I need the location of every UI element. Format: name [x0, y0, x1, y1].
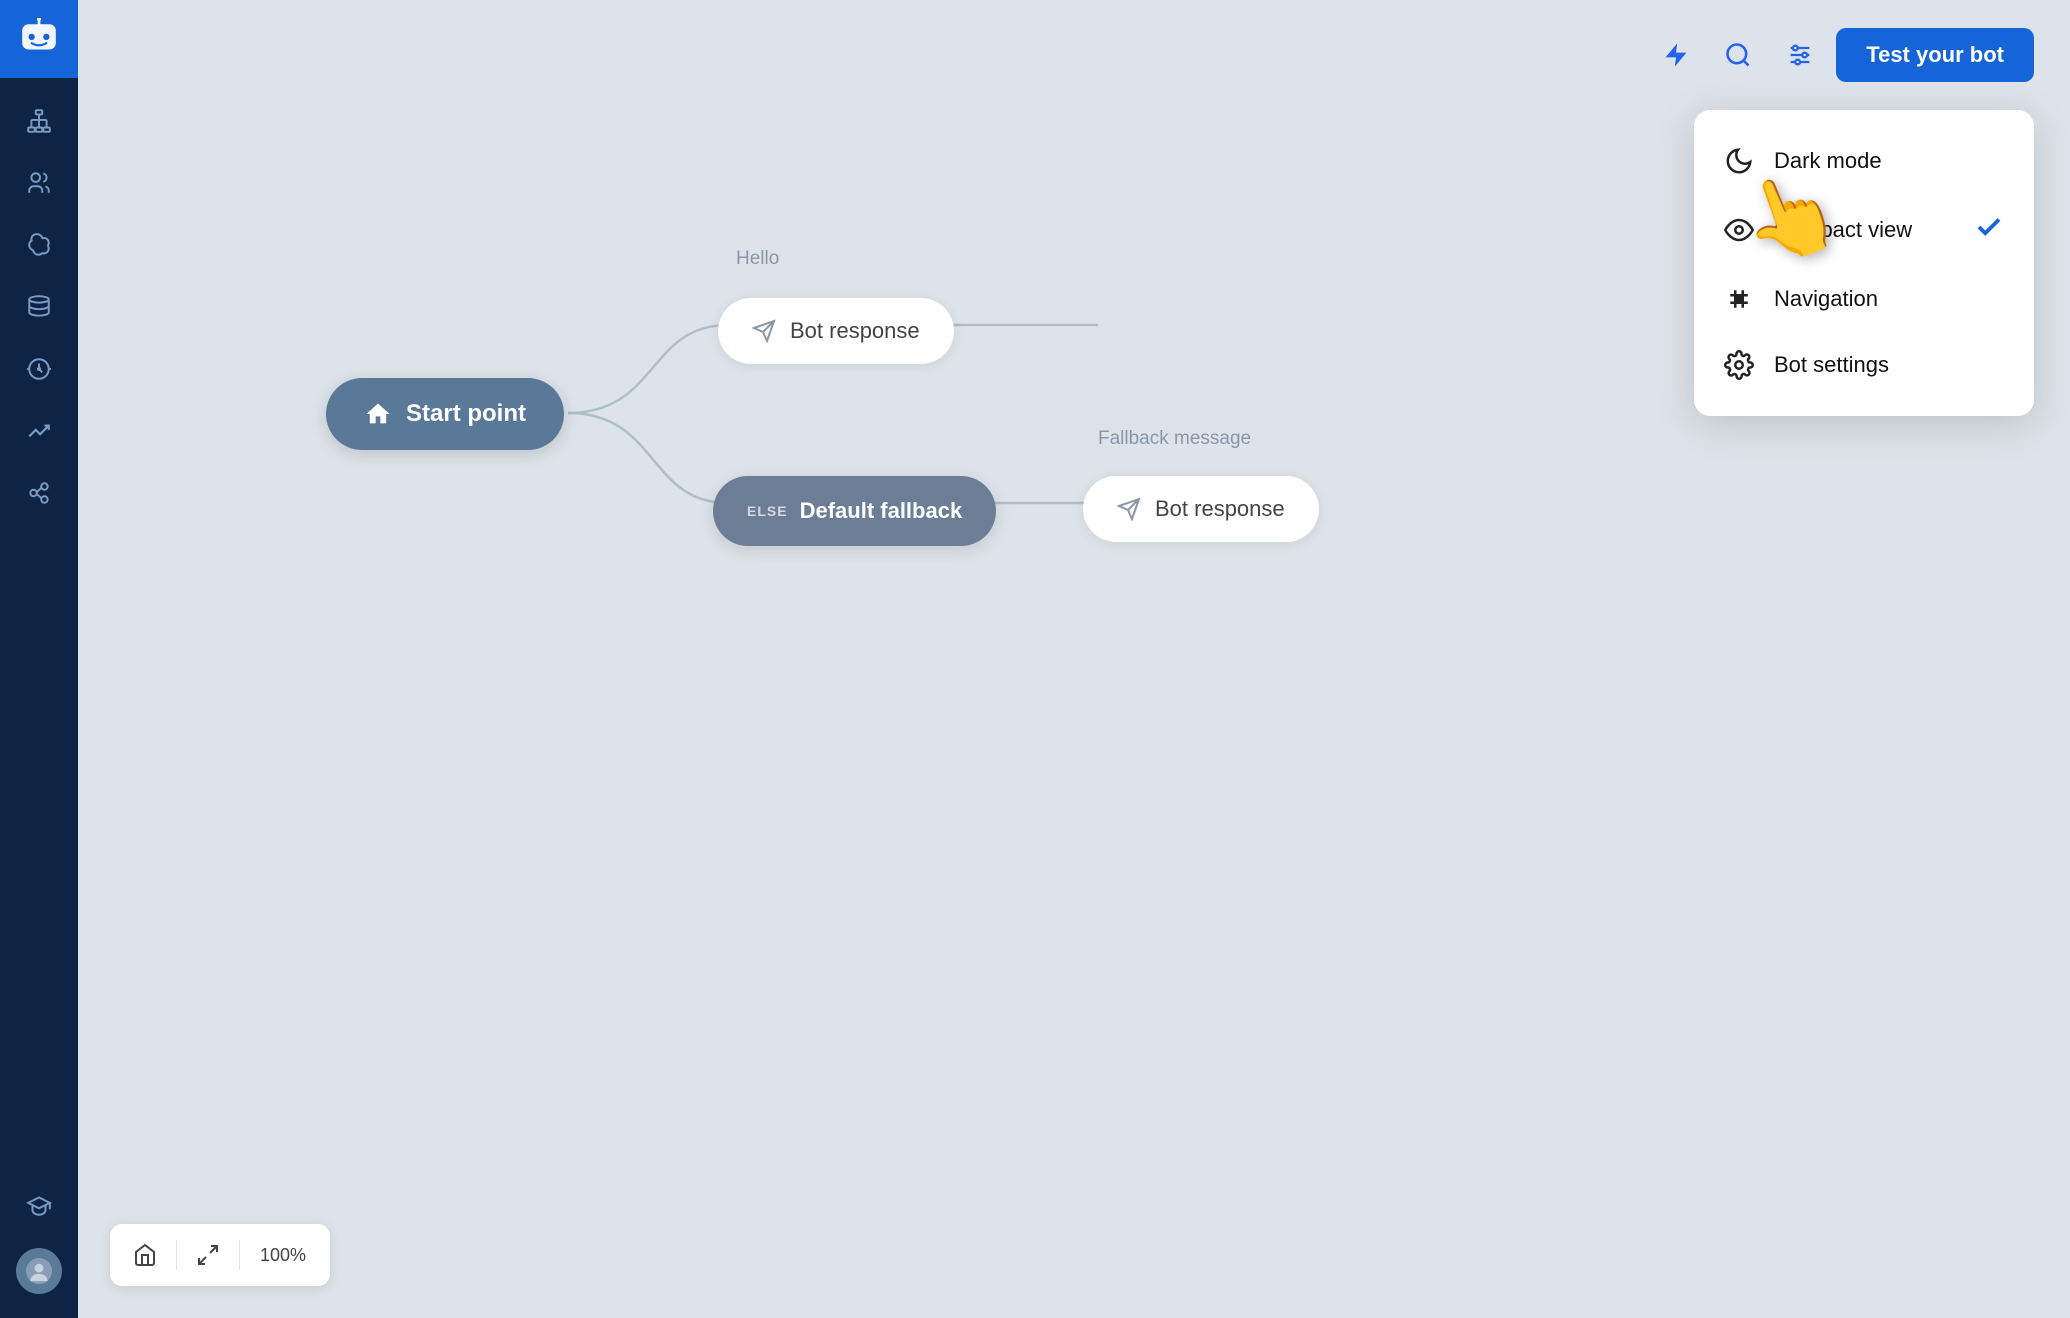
node-fallback-response[interactable]: Bot response: [1083, 476, 1319, 542]
fullscreen-button[interactable]: [185, 1232, 231, 1278]
avatar: [16, 1248, 62, 1294]
node-fallback-label: Default fallback: [800, 498, 963, 524]
checkmark-icon: [1974, 212, 2004, 242]
dropdown-item-dark-mode[interactable]: Dark mode: [1694, 128, 2034, 194]
node-default-fallback[interactable]: ELSE Default fallback: [713, 476, 996, 546]
sidebar-item-academy[interactable]: [12, 1178, 66, 1232]
settings-button[interactable]: [1774, 29, 1826, 81]
compact-view-label: Compact view: [1774, 217, 1912, 243]
lightning-button[interactable]: [1650, 29, 1702, 81]
sidebar: [0, 0, 78, 1318]
sidebar-item-ai[interactable]: [12, 218, 66, 272]
sidebar-nav: [12, 78, 66, 1178]
navigation-icon: [1724, 284, 1754, 314]
sliders-icon: [1786, 41, 1814, 69]
users-icon: [26, 170, 52, 196]
app-logo[interactable]: [0, 0, 78, 78]
node-hello-response[interactable]: Bot response: [718, 298, 954, 364]
sidebar-item-database[interactable]: [12, 280, 66, 334]
node-start-point[interactable]: Start point: [326, 378, 564, 450]
graduation-cap-icon: [26, 1192, 52, 1218]
user-avatar[interactable]: [12, 1244, 66, 1298]
fullscreen-icon: [196, 1243, 220, 1267]
toolbar: Test your bot: [1650, 28, 2034, 82]
bot-settings-label: Bot settings: [1774, 352, 1889, 378]
fallback-flow-label: Fallback message: [1098, 428, 1251, 450]
analytics-icon: [26, 418, 52, 444]
gear-icon: [1724, 350, 1754, 380]
sidebar-item-users[interactable]: [12, 156, 66, 210]
send-icon-2: [1117, 497, 1141, 521]
history-icon: [26, 356, 52, 382]
lightning-icon: [1662, 41, 1690, 69]
sidebar-item-history[interactable]: [12, 342, 66, 396]
node-hello-response-label: Bot response: [790, 318, 920, 344]
test-bot-button[interactable]: Test your bot: [1836, 28, 2034, 82]
compact-view-check: [1974, 212, 2004, 248]
navigation-label: Navigation: [1774, 286, 1878, 312]
divider-2: [239, 1240, 240, 1270]
sidebar-item-integrations[interactable]: [12, 466, 66, 520]
brain-icon: [26, 232, 52, 258]
dropdown-item-bot-settings[interactable]: Bot settings: [1694, 332, 2034, 398]
else-badge: ELSE: [747, 503, 788, 519]
zoom-level: 100%: [248, 1245, 318, 1266]
home-icon: [364, 400, 392, 428]
bottom-bar: 100%: [110, 1224, 330, 1286]
search-button[interactable]: [1712, 29, 1764, 81]
avatar-image: [26, 1258, 52, 1284]
sidebar-item-analytics[interactable]: [12, 404, 66, 458]
dropdown-item-navigation[interactable]: Navigation: [1694, 266, 2034, 332]
hierarchy-icon: [26, 108, 52, 134]
moon-icon: [1724, 146, 1754, 176]
node-fallback-response-label: Bot response: [1155, 496, 1285, 522]
sidebar-item-hierarchy[interactable]: [12, 94, 66, 148]
dark-mode-label: Dark mode: [1774, 148, 1882, 174]
main-canvas: Start point Hello Bot response ELSE Defa…: [78, 0, 2070, 1318]
database-icon: [26, 294, 52, 320]
divider-1: [176, 1240, 177, 1270]
dropdown-item-compact-view[interactable]: Compact view: [1694, 194, 2034, 266]
hello-flow-label: Hello: [736, 248, 779, 270]
integrations-icon: [26, 480, 52, 506]
home-small-icon: [133, 1243, 157, 1267]
search-icon: [1724, 41, 1752, 69]
dropdown-menu: Dark mode Compact view Navigation: [1694, 110, 2034, 416]
home-view-button[interactable]: [122, 1232, 168, 1278]
node-start-label: Start point: [406, 400, 526, 428]
eye-icon: [1724, 215, 1754, 245]
send-icon: [752, 319, 776, 343]
sidebar-bottom: [12, 1178, 66, 1318]
chat-bot-icon: [18, 18, 60, 60]
